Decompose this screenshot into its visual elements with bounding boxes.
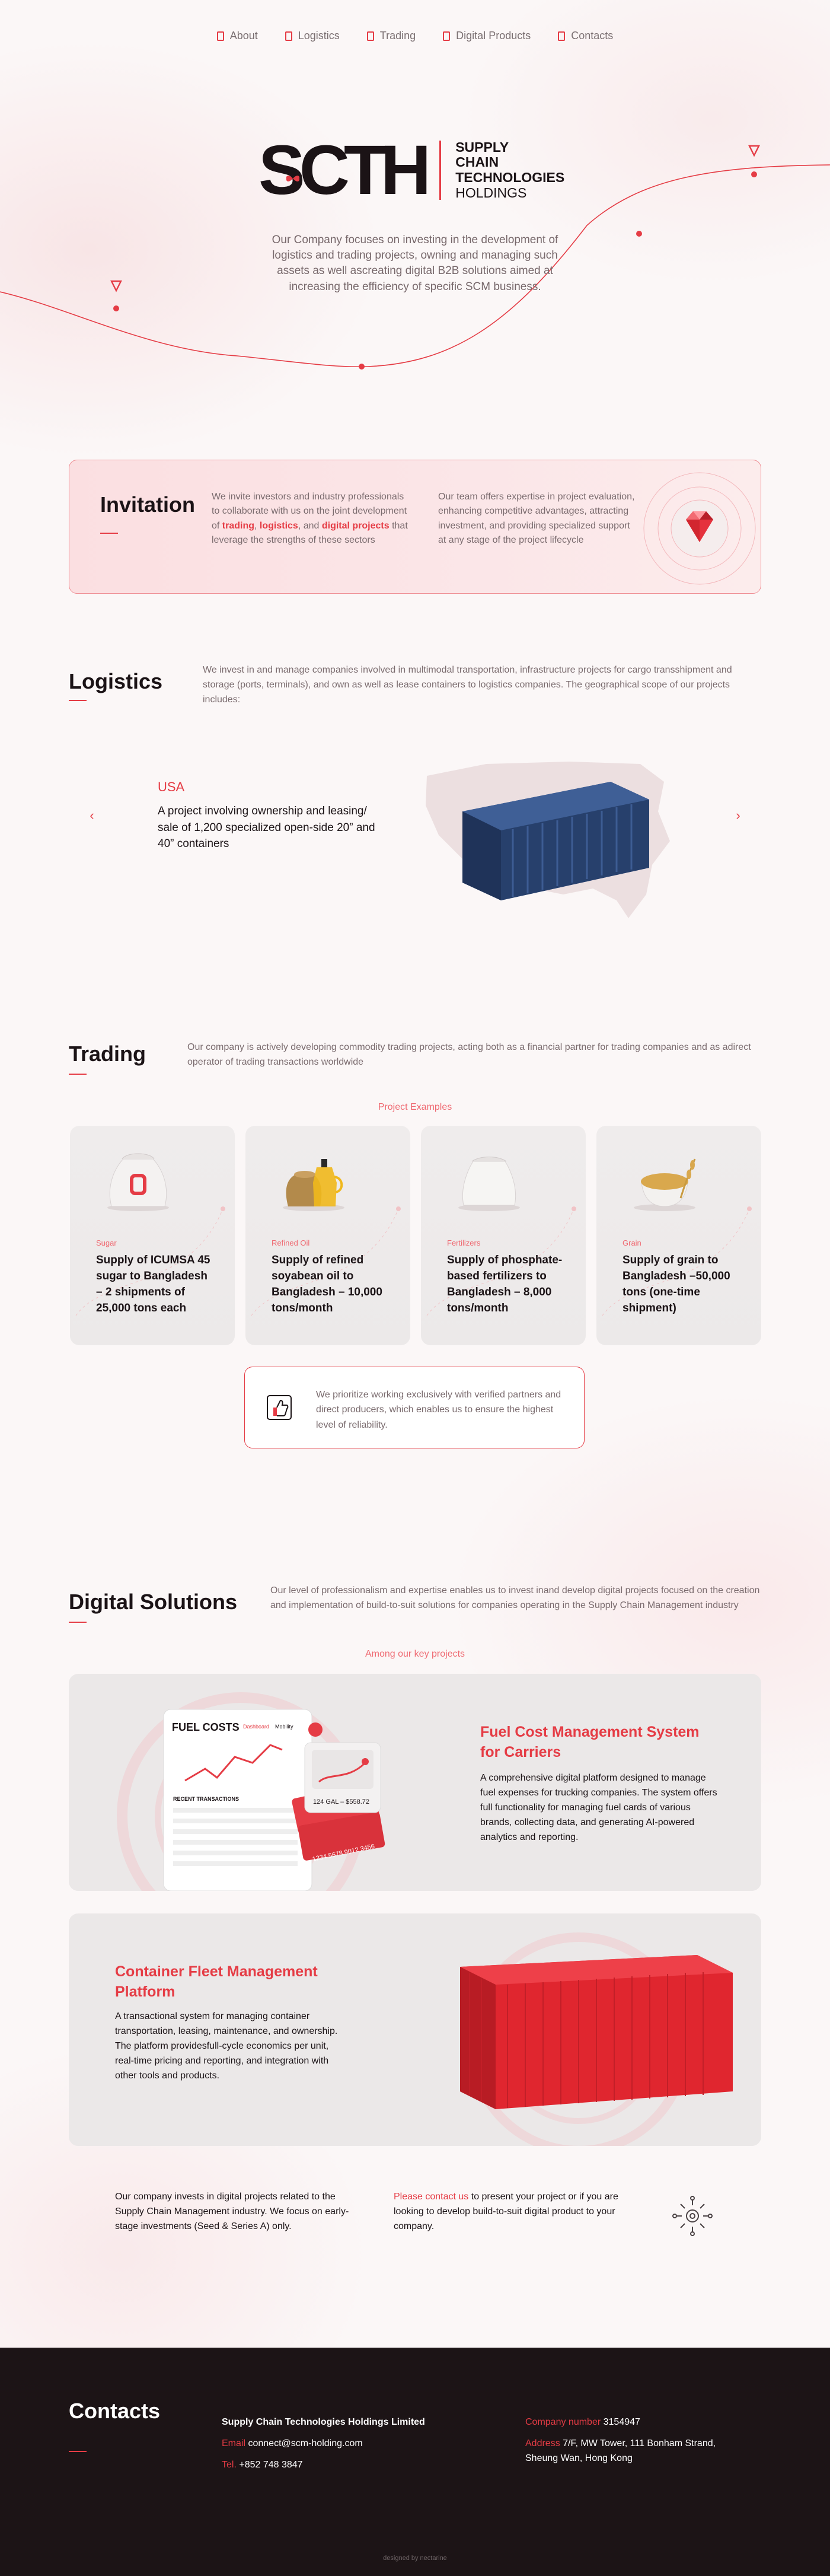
title-underline — [69, 700, 87, 701]
address-line: Address 7/F, MW Tower, 111 Bonham Strand… — [525, 2438, 716, 2463]
trading-description: Our company is actively developing commo… — [187, 1042, 751, 1067]
title-underline — [69, 1622, 87, 1623]
sugar-bag-icon — [107, 1153, 169, 1211]
brand-logo[interactable]: SCTH SUPPLY CHAIN TECHNOLOGIES HOLDINGS — [258, 135, 564, 205]
nav-about[interactable]: About — [216, 30, 258, 42]
nav-logistics[interactable]: Logistics — [285, 30, 340, 42]
nav-label: Trading — [379, 30, 416, 42]
card-title: Supply of grain to Bangladesh –50,000 to… — [622, 1254, 730, 1314]
invitation-card: Invitation We invite investors and indus… — [69, 460, 761, 594]
grain-bowl-icon — [634, 1158, 696, 1211]
project-title: Fuel Cost Management System for Carriers — [480, 1724, 700, 1760]
project-title: Container Fleet Management Platform — [115, 1963, 318, 2000]
nav-marker-icon — [443, 31, 451, 41]
nav-digital-products[interactable]: Digital Products — [443, 30, 531, 42]
slide-text: A project involving ownership and leasin… — [158, 805, 375, 851]
key-projects-label: Among our key projects — [365, 1649, 465, 1659]
digital-description: Our level of professionalism and experti… — [270, 1585, 760, 1610]
nav-marker-icon — [366, 31, 374, 41]
card-category: Refined Oil — [272, 1238, 310, 1247]
trading-title: Trading — [69, 1042, 146, 1066]
logo-text: SUPPLY CHAIN TECHNOLOGIES HOLDINGS — [455, 139, 565, 201]
phone-link[interactable]: +852 748 3847 — [239, 2460, 302, 2470]
card-title: Supply of refined soyabean oil to Bangla… — [272, 1254, 382, 1314]
project-examples-label: Project Examples — [378, 1102, 452, 1112]
logo-line: SUPPLY — [455, 139, 509, 155]
card-category: Grain — [622, 1238, 641, 1247]
title-underline — [69, 1074, 87, 1075]
contact-us-link[interactable]: Please contact us — [394, 2192, 468, 2202]
contact-note: Please contact us to present your projec… — [394, 2192, 618, 2231]
nav-marker-icon — [216, 31, 224, 41]
mock-tab: Dashboard — [243, 1724, 270, 1730]
investment-note: Our company invests in digital projects … — [115, 2192, 349, 2231]
mock-tab: Mobility — [275, 1724, 293, 1730]
trade-card[interactable]: Fertilizers Supply of phosphate-based fe… — [421, 1126, 586, 1345]
nav-trading[interactable]: Trading — [366, 30, 416, 42]
invitation-text-2: Our team offers expertise in project eva… — [438, 492, 635, 545]
red-container-illustration — [460, 1932, 733, 2146]
designer-credit[interactable]: designed by nectarine — [0, 2555, 830, 2562]
phone-line: Tel. +852 748 3847 — [222, 2460, 303, 2470]
contacts-title: Contacts — [69, 2399, 161, 2423]
mock-amount: 124 GAL – $558.72 — [313, 1798, 370, 1806]
mock-recent: RECENT TRANSACTIONS — [173, 1796, 240, 1802]
page: About Logistics Trading Digital Products… — [0, 0, 830, 2576]
slider-next-button[interactable]: › — [729, 807, 747, 824]
trade-card[interactable]: Sugar Supply of ICUMSA 45 sugar to Bangl… — [70, 1126, 235, 1345]
email-link[interactable]: connect@scm-holding.com — [248, 2438, 362, 2448]
reliability-text: We prioritize working exclusively with v… — [316, 1390, 561, 1430]
nav-marker-icon — [558, 31, 566, 41]
oil-bottle-icon — [283, 1159, 344, 1211]
fertilizer-bag-icon — [458, 1157, 520, 1211]
title-underline — [69, 2451, 87, 2452]
top-nav: About Logistics Trading Digital Products… — [0, 30, 830, 42]
invitation-text-1: We invite investors and industry profess… — [212, 492, 408, 545]
card-title: Supply of ICUMSA 45 sugar to Bangladesh … — [96, 1254, 210, 1314]
logistics-description: We invest in and manage companies involv… — [203, 665, 732, 705]
mock-title: FUEL COSTS — [172, 1721, 240, 1733]
nav-label: About — [229, 30, 258, 42]
logo-line: CHAIN — [455, 154, 499, 170]
bow-icon — [286, 176, 300, 182]
hero-description: Our Company focuses on investing in the … — [272, 234, 558, 293]
digital-title: Digital Solutions — [69, 1590, 237, 1614]
logo-line: TECHNOLOGIES — [455, 170, 565, 185]
logo-line: HOLDINGS — [455, 184, 527, 200]
thumbs-up-icon — [267, 1395, 292, 1420]
card-title: Supply of phosphate-based fertilizers to… — [447, 1254, 563, 1314]
footer: Contacts Supply Chain Technologies Holdi… — [0, 2348, 830, 2576]
nav-marker-icon — [285, 31, 292, 41]
logo-mark: SCTH — [258, 131, 431, 209]
slider-prev-button[interactable]: ‹ — [83, 807, 101, 824]
trade-card[interactable]: Grain Supply of grain to Bangladesh –50,… — [596, 1126, 761, 1345]
project-text: A transactional system for managing cont… — [115, 2011, 338, 2081]
title-underline — [100, 533, 118, 534]
card-category: Sugar — [96, 1238, 117, 1247]
nav-contacts[interactable]: Contacts — [558, 30, 613, 42]
email-line: Email connect@scm-holding.com — [222, 2438, 363, 2448]
gem-icon — [643, 472, 756, 585]
project-text: A comprehensive digital platform designe… — [480, 1773, 717, 1842]
trade-card[interactable]: Refined Oil Supply of refined soyabean o… — [245, 1126, 410, 1345]
logistics-title: Logistics — [69, 669, 163, 693]
company-number-line: Company number 3154947 — [525, 2417, 640, 2427]
nav-label: Contacts — [571, 30, 614, 42]
invitation-title: Invitation — [100, 492, 195, 517]
cog-emblem-icon — [672, 2196, 713, 2236]
logo-divider — [439, 141, 442, 200]
container-usa-illustration — [426, 762, 670, 918]
project-card-container[interactable]: Container Fleet Management Platform A tr… — [69, 1913, 761, 2146]
slide-country: USA — [158, 779, 185, 794]
company-name: Supply Chain Technologies Holdings Limit… — [222, 2417, 425, 2427]
nav-label: Logistics — [298, 30, 340, 42]
reliability-note: We prioritize working exclusively with v… — [244, 1367, 585, 1448]
nav-label: Digital Products — [456, 30, 531, 42]
fuel-dashboard-illustration — [117, 1692, 385, 1891]
project-card-fuel[interactable]: FUEL COSTS Dashboard Mobility RECENT TRA… — [69, 1674, 761, 1891]
card-category: Fertilizers — [447, 1238, 481, 1247]
